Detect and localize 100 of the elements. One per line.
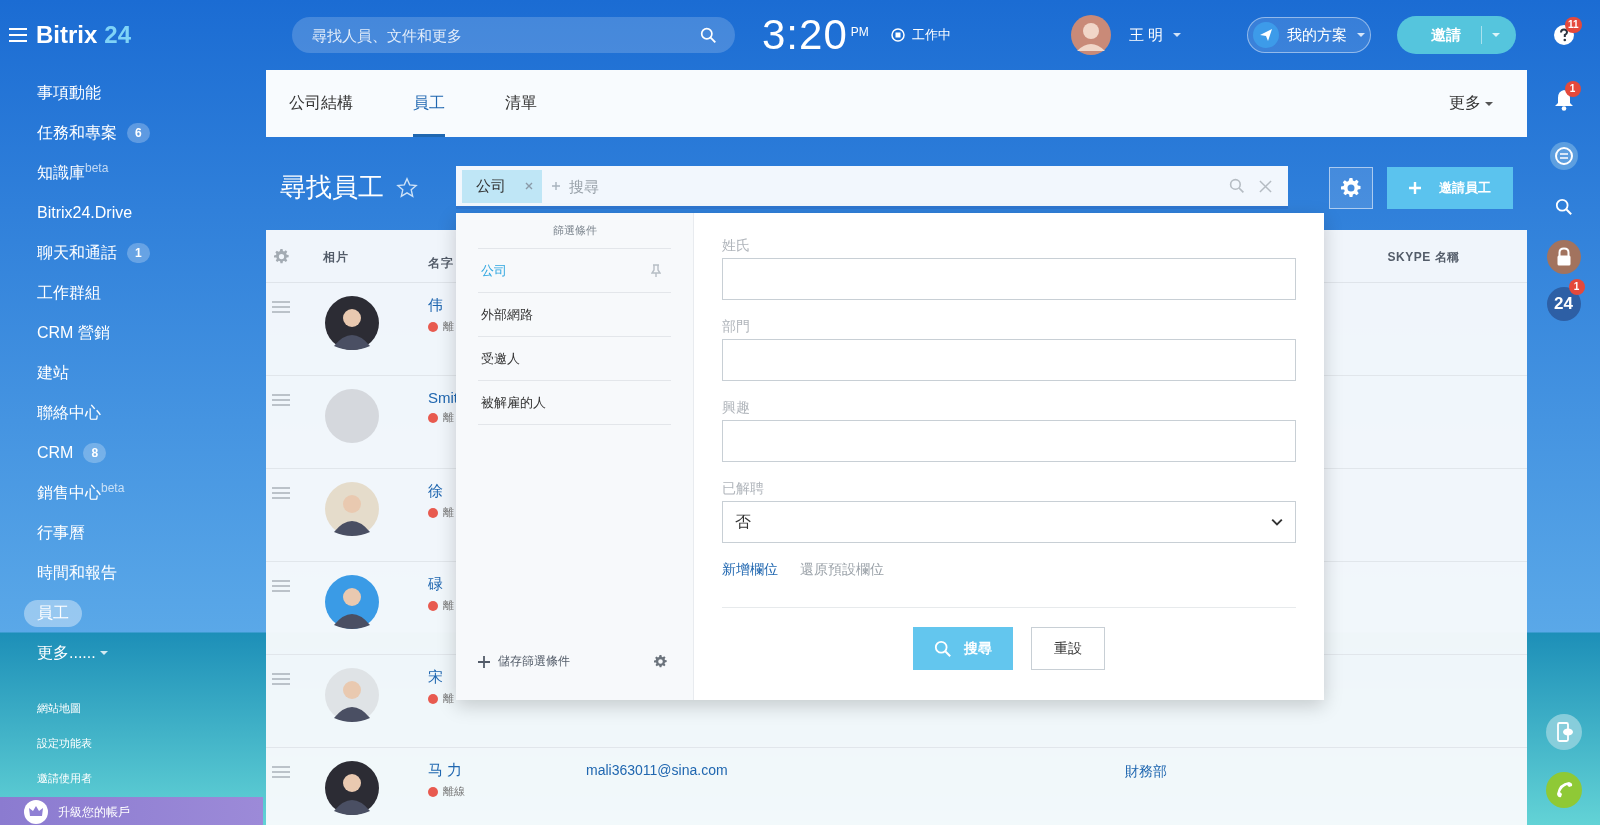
plan-button[interactable]: 我的方案 xyxy=(1247,17,1371,53)
sidebar-item[interactable]: 事項動能 xyxy=(24,79,114,107)
tab[interactable]: 清單 xyxy=(505,70,537,137)
field-label: 興趣 xyxy=(722,398,751,417)
crown-icon xyxy=(24,800,48,824)
column-header[interactable]: SKYPE 名稱 xyxy=(1387,249,1460,264)
sidebar-item[interactable]: 聊天和通話 1 xyxy=(24,239,163,267)
sidebar-item[interactable]: 銷售中心$^{beta}$ xyxy=(24,479,138,507)
search-icon[interactable] xyxy=(1554,198,1573,216)
logo-number[interactable]: 24 xyxy=(104,21,132,49)
search-input[interactable]: 搜尋 xyxy=(567,176,1229,196)
close-icon[interactable] xyxy=(524,181,534,191)
plus-icon xyxy=(478,655,490,668)
plus-icon xyxy=(551,181,561,191)
close-icon[interactable] xyxy=(1259,179,1272,193)
settings-icon[interactable] xyxy=(654,655,667,668)
avatar[interactable] xyxy=(325,482,379,536)
sidebar-item[interactable]: Bitrix24.Drive xyxy=(24,199,146,227)
filter-preset[interactable]: 受邀人 xyxy=(478,337,671,381)
chat-icon[interactable] xyxy=(1549,142,1578,170)
caret-icon xyxy=(99,651,108,655)
caret-icon xyxy=(1485,101,1493,106)
status-text: 離 xyxy=(443,319,454,334)
clock-period: PM xyxy=(850,25,869,39)
user-name[interactable]: 王 明 xyxy=(1129,25,1164,45)
lock-icon[interactable] xyxy=(1546,240,1581,274)
plus-icon xyxy=(1409,181,1421,194)
sidebar-item[interactable]: CRM 8 xyxy=(24,439,120,467)
caret-icon[interactable] xyxy=(1173,33,1182,37)
tab[interactable]: 公司結構 xyxy=(289,70,353,137)
avatar[interactable] xyxy=(325,761,379,815)
tab[interactable]: 員工 xyxy=(413,70,445,137)
search-icon[interactable] xyxy=(1229,178,1245,194)
phone-icon[interactable] xyxy=(1545,714,1582,750)
more-menu[interactable]: 更多 xyxy=(1449,70,1493,137)
field-label: 姓氏 xyxy=(722,236,751,255)
drag-handle-icon[interactable] xyxy=(272,394,290,406)
notification-badge: 11 xyxy=(1565,17,1582,33)
select-field[interactable]: 否 xyxy=(722,501,1296,543)
add-field-link[interactable]: 新增欄位 xyxy=(722,561,778,579)
settings-button[interactable] xyxy=(1329,166,1373,209)
employee-name[interactable]: 马 力 xyxy=(428,761,586,780)
sidebar-item[interactable]: 任務和專案 6 xyxy=(24,119,163,147)
notification-badge: 1 xyxy=(1564,81,1581,97)
avatar[interactable] xyxy=(325,296,379,350)
call-icon[interactable] xyxy=(1545,772,1582,808)
filter-preset[interactable]: 外部網路 xyxy=(478,293,671,337)
sidebar-item[interactable]: 行事曆 xyxy=(24,519,98,547)
sidebar-item[interactable]: 建站 xyxy=(24,359,82,387)
drag-handle-icon[interactable] xyxy=(272,766,290,778)
chevron-icon xyxy=(1271,518,1283,526)
sidebar-item[interactable]: 聯絡中心 xyxy=(24,399,114,427)
work-status[interactable]: 工作中 xyxy=(911,26,951,44)
filter-preset[interactable]: 公司 xyxy=(478,249,671,293)
popup-heading: 篩選條件 xyxy=(551,223,598,238)
filter-field[interactable]: 公司 搜尋 xyxy=(456,166,1288,209)
column-header[interactable]: 名字 xyxy=(428,256,453,270)
save-filter-button[interactable]: 儲存篩選條件 xyxy=(478,653,570,670)
sidebar-item[interactable]: 更多...... xyxy=(24,639,121,667)
menu-icon[interactable] xyxy=(9,28,27,42)
sidebar-item[interactable]: CRM 營銷 xyxy=(24,319,123,347)
avatar[interactable] xyxy=(325,668,379,722)
input-field[interactable] xyxy=(722,339,1296,381)
drag-handle-icon[interactable] xyxy=(272,673,290,685)
filter-preset[interactable]: 被解雇的人 xyxy=(478,381,671,425)
drag-handle-icon[interactable] xyxy=(272,301,290,313)
drag-handle-icon[interactable] xyxy=(272,487,290,499)
status-text: 離線 xyxy=(443,784,465,799)
counter-badge: 1 xyxy=(127,243,150,263)
upgrade-button[interactable]: 升級您的帳戶 xyxy=(0,797,263,825)
sidebar-item[interactable]: 工作群組 xyxy=(24,279,114,307)
search-icon[interactable] xyxy=(700,27,717,44)
sidebar-link[interactable]: 設定功能表 xyxy=(0,726,92,761)
stop-icon[interactable] xyxy=(890,28,905,42)
pin-icon[interactable] xyxy=(651,263,661,278)
status-text: 離 xyxy=(443,410,454,425)
status-dot xyxy=(428,600,438,611)
page-title: 尋找員工 xyxy=(280,171,384,204)
restore-fields-link[interactable]: 還原預設欄位 xyxy=(800,561,884,579)
drag-handle-icon[interactable] xyxy=(272,580,290,592)
counter-badge: 6 xyxy=(127,123,150,143)
avatar[interactable] xyxy=(325,575,379,629)
sidebar-item[interactable]: 知識庫$^{beta}$ xyxy=(24,159,122,187)
plane-icon xyxy=(1253,22,1279,48)
logo-text[interactable]: Bitrix xyxy=(36,21,98,49)
star-icon[interactable] xyxy=(396,176,418,199)
column-header[interactable]: 相片 xyxy=(323,249,348,264)
counter-badge: 8 xyxy=(83,443,107,463)
filter-tag[interactable]: 公司 xyxy=(462,169,542,203)
input-field[interactable] xyxy=(722,420,1296,462)
settings-icon[interactable] xyxy=(274,248,289,264)
email-link[interactable]: mali363011@sina.com xyxy=(586,748,1115,778)
field-label: 已解聘 xyxy=(722,479,765,498)
sidebar-link[interactable]: 網站地圖 xyxy=(0,691,81,726)
sidebar-item[interactable]: 時間和報告 xyxy=(24,559,130,587)
status-dot xyxy=(428,786,438,797)
input-field[interactable] xyxy=(722,258,1296,300)
status-dot xyxy=(428,507,438,518)
reset-button[interactable]: 重設 xyxy=(1031,627,1105,670)
department-link[interactable]: 財務部 xyxy=(1125,748,1340,781)
